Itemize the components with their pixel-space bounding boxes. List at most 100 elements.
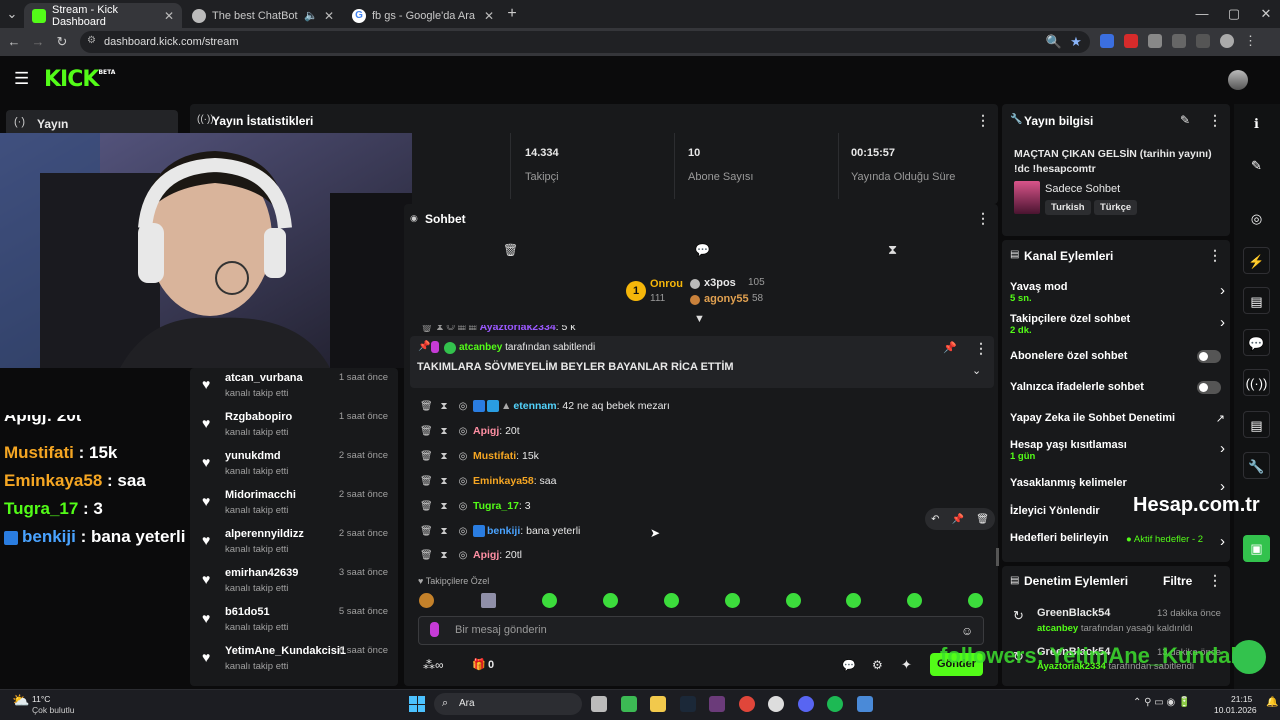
- chat-bubble-icon[interactable]: 💬: [695, 243, 710, 257]
- list-item[interactable]: ♥ Midorimacchi kanalı takip etti 2 saat …: [200, 489, 390, 525]
- zoom-icon[interactable]: 🔍: [1044, 28, 1064, 56]
- shield-icon[interactable]: ◎: [458, 526, 468, 537]
- shield-icon[interactable]: ◎: [458, 476, 468, 487]
- list-item[interactable]: ♥ Rzgbabopiro kanalı takip etti 1 saat ö…: [200, 411, 390, 447]
- filter-button[interactable]: Filtre: [1163, 574, 1192, 588]
- trash-icon[interactable]: 🗑: [420, 550, 433, 561]
- chat-menu-button[interactable]: ⋮: [976, 210, 990, 227]
- shield-icon[interactable]: ◎: [458, 451, 468, 462]
- emote-icon[interactable]: [664, 593, 679, 608]
- scrollbar[interactable]: [996, 548, 999, 566]
- trash-icon[interactable]: 🗑: [420, 426, 433, 437]
- video-icon[interactable]: ▣: [1243, 535, 1270, 562]
- bookmark-star-icon[interactable]: ★: [1066, 28, 1086, 56]
- close-icon[interactable]: ✕: [164, 9, 174, 23]
- hourglass-icon[interactable]: ⧗: [439, 426, 449, 437]
- list-icon[interactable]: ▤: [1243, 411, 1270, 438]
- hourglass-icon[interactable]: ⧗: [439, 401, 449, 412]
- mod-target[interactable]: atcanbey: [1037, 623, 1078, 634]
- close-icon[interactable]: ✕: [484, 9, 494, 23]
- emote-icon[interactable]: [968, 593, 983, 608]
- lightning-icon[interactable]: ⚡: [1243, 247, 1270, 274]
- reply-icon[interactable]: ↶: [931, 514, 939, 525]
- emoji-icon[interactable]: ☺: [961, 624, 973, 638]
- edit-icon[interactable]: ✎: [1180, 113, 1190, 127]
- folder-icon[interactable]: [650, 696, 666, 712]
- mod-user[interactable]: GreenBlack54: [1037, 607, 1110, 619]
- moderation-menu-button[interactable]: ⋮: [1208, 572, 1222, 589]
- new-tab-button[interactable]: +: [502, 0, 522, 28]
- tab-chatbot[interactable]: The best ChatBot and Widg 🔈 ✕: [184, 3, 342, 28]
- shield-icon[interactable]: ◎: [458, 550, 468, 561]
- chat-user[interactable]: benkiji: [487, 525, 520, 537]
- emote-icon[interactable]: [603, 593, 618, 608]
- microphone-icon[interactable]: [430, 622, 439, 637]
- list-item[interactable]: ♥ b61do51 kanalı takip etti 5 saat önce: [200, 606, 390, 642]
- toggle-switch[interactable]: [1197, 350, 1221, 363]
- shield-icon[interactable]: ◎: [458, 426, 468, 437]
- tab-search-button[interactable]: ⌄: [2, 0, 22, 28]
- broadcast-icon[interactable]: ((·)): [1243, 369, 1270, 396]
- back-icon[interactable]: ←: [4, 28, 24, 56]
- menu-icon[interactable]: ⋮: [1244, 34, 1257, 48]
- channel-action-item[interactable]: Yavaş mod 5 sn. ›: [1010, 281, 1225, 309]
- channel-action-item[interactable]: Yapay Zeka ile Sohbet Denetimi ↗: [1010, 412, 1225, 440]
- tag-chip[interactable]: Türkçe: [1094, 200, 1138, 215]
- emote-icon[interactable]: [419, 593, 434, 608]
- close-icon[interactable]: ✕: [324, 9, 334, 23]
- chat-user[interactable]: Eminkaya58: [473, 475, 534, 487]
- avatar[interactable]: [1228, 70, 1248, 90]
- emote-icon[interactable]: [846, 593, 861, 608]
- github-icon[interactable]: [768, 696, 784, 712]
- emote-icon[interactable]: [786, 593, 801, 608]
- trash-icon[interactable]: 🗑: [420, 476, 433, 487]
- hourglass-icon[interactable]: ⧗: [439, 550, 449, 561]
- taskbar-search[interactable]: [434, 693, 582, 715]
- tab-google[interactable]: G fb gs - Google'da Ara ✕: [344, 3, 502, 28]
- info-icon[interactable]: ℹ: [1243, 110, 1270, 137]
- pin-icon[interactable]: 📌: [952, 514, 964, 525]
- puzzle-icon[interactable]: [1172, 34, 1186, 48]
- emote-icon[interactable]: [725, 593, 740, 608]
- trash-icon[interactable]: 🗑: [420, 451, 433, 462]
- pinned-menu-button[interactable]: ⋮: [974, 340, 988, 357]
- category-name[interactable]: Sadece Sohbet: [1045, 183, 1120, 195]
- emote-icon[interactable]: [481, 593, 496, 608]
- close-window-button[interactable]: ✕: [1256, 0, 1276, 28]
- chevron-down-icon[interactable]: ⌄: [972, 364, 981, 377]
- gear-icon[interactable]: ⚙: [872, 658, 883, 672]
- spotify-icon[interactable]: [827, 696, 843, 712]
- extension-icon[interactable]: [1100, 34, 1114, 48]
- emote-picker-icon[interactable]: ✦: [901, 657, 912, 673]
- hourglass-icon[interactable]: ⧗: [439, 476, 449, 487]
- connect-icon[interactable]: ⁂∞: [423, 658, 444, 672]
- chrome-icon[interactable]: [738, 696, 755, 712]
- list-item[interactable]: ♥ YetimAne_Kundakcisi1 kanalı takip etti…: [200, 645, 390, 681]
- hourglass-icon[interactable]: ⧗: [439, 501, 449, 512]
- trash-icon[interactable]: 🗑: [420, 526, 433, 537]
- list-item[interactable]: ♥ yunukdmd kanalı takip etti 2 saat önce: [200, 450, 390, 486]
- camera-icon[interactable]: ◎: [1243, 205, 1270, 232]
- address-bar[interactable]: dashboard.kick.com/stream: [80, 31, 1090, 53]
- tray-icons[interactable]: ⌃ ⚲ ▭ ◉ 🔋: [1133, 697, 1190, 708]
- emote-icon[interactable]: [907, 593, 922, 608]
- chat-user[interactable]: Ayaztoriak2334: [480, 325, 556, 333]
- chat-bubble-icon[interactable]: 💬: [842, 659, 856, 672]
- trash-icon[interactable]: 🗑: [420, 501, 433, 512]
- reading-list-icon[interactable]: [1196, 34, 1210, 48]
- profile-icon[interactable]: [1220, 34, 1234, 48]
- pinned-by-user[interactable]: atcanbey: [459, 342, 502, 353]
- hourglass-icon[interactable]: ⧗: [439, 451, 449, 462]
- pin-icon[interactable]: 📌: [943, 341, 957, 354]
- task-view-icon[interactable]: [591, 696, 607, 712]
- shield-icon[interactable]: ◎: [458, 401, 468, 412]
- category-thumbnail[interactable]: [1014, 181, 1040, 214]
- minimize-button[interactable]: —: [1192, 0, 1212, 28]
- steam-icon[interactable]: [679, 696, 696, 712]
- trash-icon[interactable]: 🗑: [976, 514, 989, 525]
- kick-logo[interactable]: KICKBETA: [44, 67, 115, 92]
- chat-user[interactable]: Apigj: [473, 425, 499, 437]
- document-icon[interactable]: ▤: [1243, 287, 1270, 314]
- extension-icon[interactable]: [1124, 34, 1138, 48]
- channel-action-item[interactable]: Abonelere özel sohbet: [1010, 350, 1225, 378]
